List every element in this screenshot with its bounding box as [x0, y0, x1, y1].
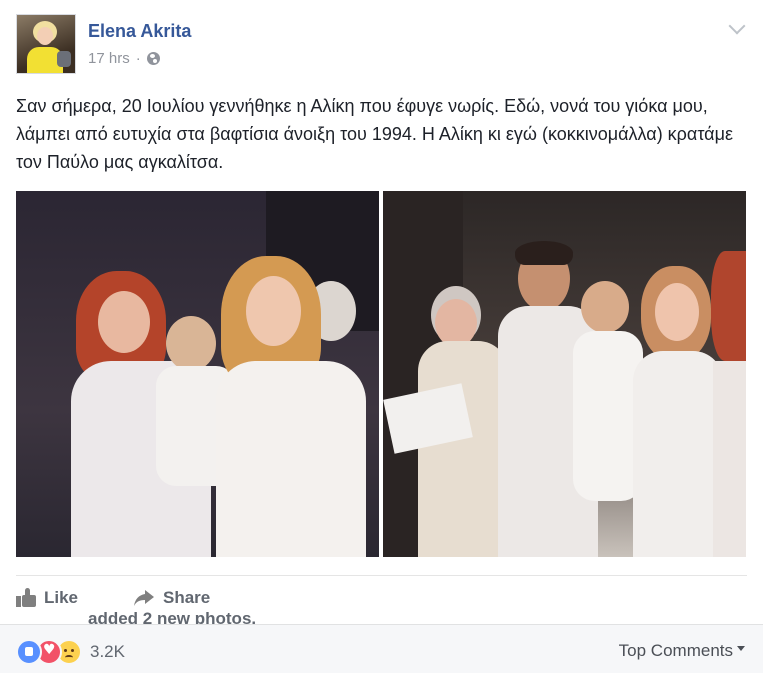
thumbs-up-icon — [16, 588, 36, 608]
top-comments-dropdown[interactable]: Top Comments — [619, 641, 745, 661]
reactions-bar: 3.2K Top Comments — [0, 624, 763, 673]
share-button[interactable]: Share — [133, 588, 210, 608]
baptism-photo-left[interactable] — [16, 191, 379, 557]
post-header: Elena Akrita added 2 new photos. — [88, 20, 256, 628]
globe-icon[interactable] — [146, 52, 160, 65]
chevron-down-icon[interactable] — [728, 17, 746, 35]
like-label: Like — [44, 588, 79, 607]
post-timestamp[interactable]: 17 hrs — [88, 50, 130, 67]
author-name[interactable]: Elena Akrita — [88, 21, 191, 41]
post-text: Σαν σήμερα, 20 Ιουλίου γεννήθηκε η Αλίκη… — [16, 96, 733, 172]
share-arrow-icon — [133, 588, 155, 608]
like-reaction-icon — [16, 639, 42, 665]
post-meta: 17 hrs · — [88, 50, 160, 67]
top-comments-label: Top Comments — [618, 641, 733, 660]
caret-down-icon — [737, 645, 745, 651]
like-button[interactable]: Like — [16, 588, 78, 608]
reaction-summary[interactable]: 3.2K — [16, 639, 125, 665]
share-label: Share — [163, 588, 211, 607]
action-divider — [16, 575, 747, 576]
meta-separator: · — [135, 50, 141, 67]
facebook-post: Elena Akrita added 2 new photos. 17 hrs … — [0, 0, 763, 673]
reaction-count: 3.2K — [90, 642, 125, 661]
baptism-photo-right[interactable] — [383, 191, 746, 557]
author-avatar[interactable] — [16, 14, 76, 74]
